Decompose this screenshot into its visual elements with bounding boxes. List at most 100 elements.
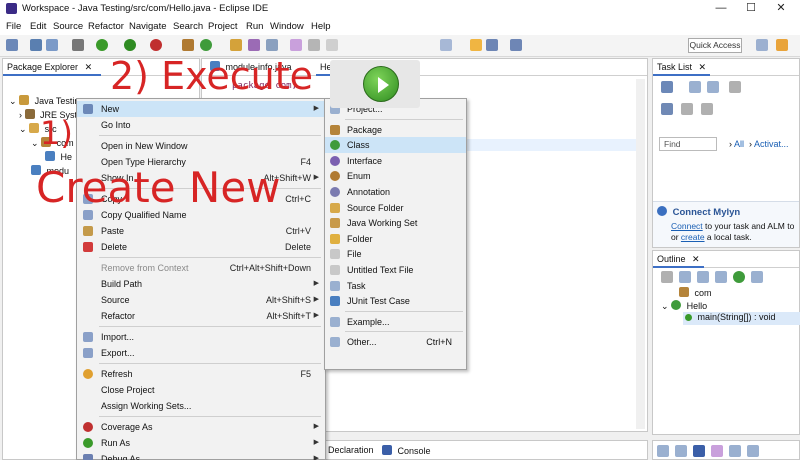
open-perspective-icon[interactable] xyxy=(756,39,768,51)
menu-item-go-into[interactable]: Go Into xyxy=(77,117,325,133)
new-task-icon[interactable] xyxy=(661,81,673,93)
minimized-view-icon[interactable] xyxy=(657,445,669,457)
menu-item-source[interactable]: Source Alt+Shift+S ▶ xyxy=(77,292,325,308)
hide-nonpublic-icon[interactable] xyxy=(733,271,745,283)
next-annotation-icon[interactable] xyxy=(440,39,452,51)
menu-file[interactable]: File xyxy=(6,21,21,32)
run-last-icon[interactable] xyxy=(124,39,136,51)
menu-item-delete[interactable]: Delete Delete xyxy=(77,239,325,255)
menu-item-run-as[interactable]: Run As ▶ xyxy=(77,435,325,451)
new-icon[interactable] xyxy=(6,39,18,51)
open-type-icon[interactable] xyxy=(230,39,242,51)
collapse-icon[interactable] xyxy=(729,81,741,93)
run-icon[interactable] xyxy=(96,39,108,51)
save-icon[interactable] xyxy=(30,39,42,51)
task-icon[interactable] xyxy=(290,39,302,51)
sort-icon[interactable] xyxy=(679,271,691,283)
coverage-icon[interactable] xyxy=(150,39,162,51)
menu-window[interactable]: Window xyxy=(270,21,304,32)
minimized-view-icon[interactable] xyxy=(729,445,741,457)
close-icon[interactable]: ✕ xyxy=(699,62,707,72)
last-edit-icon[interactable] xyxy=(470,39,482,51)
chevron-down-icon[interactable]: ⌄ xyxy=(31,138,39,148)
tab-task-list[interactable]: Task List ✕ xyxy=(653,59,711,76)
focus-icon[interactable] xyxy=(661,103,673,115)
forward-arrow-icon[interactable] xyxy=(510,39,522,51)
minimized-view-icon[interactable] xyxy=(675,445,687,457)
maximize-button[interactable]: ☐ xyxy=(736,0,766,18)
collapse-all-icon[interactable] xyxy=(661,271,673,283)
tree-item-hello[interactable]: He xyxy=(45,151,72,162)
submenu-item-interface[interactable]: Interface xyxy=(325,153,466,169)
submenu-item-enum[interactable]: Enum xyxy=(325,168,466,184)
menu-item-open-in-new-window[interactable]: Open in New Window xyxy=(77,138,325,154)
minimized-view-icon[interactable] xyxy=(747,445,759,457)
tab-console[interactable]: Console xyxy=(382,445,431,456)
scheduled-icon[interactable] xyxy=(707,81,719,93)
chevron-right-icon[interactable]: › xyxy=(19,110,22,120)
menu-item-close-project[interactable]: Close Project xyxy=(77,382,325,398)
menu-navigate[interactable]: Navigate xyxy=(129,21,167,32)
outline-item-main[interactable]: main(String[]) : void xyxy=(683,312,800,325)
new-package-icon[interactable] xyxy=(182,39,194,51)
categorized-icon[interactable] xyxy=(689,81,701,93)
menu-help[interactable]: Help xyxy=(311,21,331,32)
menu-item-export[interactable]: Export... xyxy=(77,345,325,361)
submenu-item-folder[interactable]: Folder xyxy=(325,231,466,247)
menu-item-refresh[interactable]: Refresh F5 xyxy=(77,366,325,382)
submenu-item-other[interactable]: Other... Ctrl+N xyxy=(325,334,466,350)
menu-edit[interactable]: Edit xyxy=(30,21,46,32)
submenu-item-source-folder[interactable]: Source Folder xyxy=(325,200,466,216)
connect-link[interactable]: Connect xyxy=(671,221,703,231)
menu-item-new[interactable]: New ▶ xyxy=(77,101,325,117)
submenu-item-example[interactable]: Example... xyxy=(325,314,466,330)
java-perspective-icon[interactable] xyxy=(776,39,788,51)
chevron-down-icon[interactable]: ⌄ xyxy=(9,96,17,106)
minimized-view-icon[interactable] xyxy=(711,445,723,457)
editor-scrollbar[interactable] xyxy=(636,79,645,429)
submenu-item-java-working-set[interactable]: Java Working Set xyxy=(325,215,466,231)
edit-icon[interactable] xyxy=(308,39,320,51)
close-icon[interactable]: ✕ xyxy=(85,62,93,72)
chevron-down-icon[interactable]: ⌄ xyxy=(661,301,669,311)
debug-config-icon[interactable] xyxy=(72,39,84,51)
hide-local-types-icon[interactable] xyxy=(751,271,763,283)
menu-item-coverage-as[interactable]: Coverage As ▶ xyxy=(77,419,325,435)
toggle-icon[interactable] xyxy=(326,39,338,51)
close-icon[interactable]: ✕ xyxy=(692,254,700,264)
submenu-item-annotation[interactable]: Annotation xyxy=(325,184,466,200)
tab-declaration[interactable]: Declaration xyxy=(328,445,374,455)
menu-item-paste[interactable]: Paste Ctrl+V xyxy=(77,223,325,239)
back-arrow-icon[interactable] xyxy=(486,39,498,51)
create-link[interactable]: create xyxy=(681,232,705,242)
new-class-icon[interactable] xyxy=(200,39,212,51)
menu-project[interactable]: Project xyxy=(208,21,238,32)
hide-static-icon[interactable] xyxy=(715,271,727,283)
activate-link[interactable]: › Activat... xyxy=(749,139,789,149)
quick-access-field[interactable]: Quick Access xyxy=(688,38,742,53)
menu-item-assign-working-sets[interactable]: Assign Working Sets... xyxy=(77,398,325,414)
submenu-item-package[interactable]: Package xyxy=(325,122,466,138)
task-find-input[interactable]: Find xyxy=(659,137,717,151)
filter-all-link[interactable]: › All xyxy=(729,139,744,149)
outline-item-com[interactable]: com xyxy=(679,287,712,298)
menu-item-import[interactable]: Import... xyxy=(77,329,325,345)
minimized-view-icon[interactable] xyxy=(693,445,705,457)
hide-fields-icon[interactable] xyxy=(697,271,709,283)
menu-refactor[interactable]: Refactor xyxy=(88,21,124,32)
submenu-item-untitled-text-file[interactable]: Untitled Text File xyxy=(325,262,466,278)
tab-outline[interactable]: Outline ✕ xyxy=(653,251,704,268)
minimize-button[interactable]: — xyxy=(706,0,736,18)
submenu-item-task[interactable]: Task xyxy=(325,278,466,294)
tab-package-explorer[interactable]: Package Explorer ✕ xyxy=(3,59,101,76)
menu-search[interactable]: Search xyxy=(173,21,203,32)
menu-item-refactor[interactable]: Refactor Alt+Shift+T ▶ xyxy=(77,308,325,324)
submenu-item-file[interactable]: File xyxy=(325,246,466,262)
save-all-icon[interactable] xyxy=(46,39,58,51)
close-button[interactable]: ✕ xyxy=(766,0,796,18)
menu-run[interactable]: Run xyxy=(246,21,263,32)
menu-source[interactable]: Source xyxy=(53,21,83,32)
filter-icon[interactable] xyxy=(701,103,713,115)
mark-icon[interactable] xyxy=(266,39,278,51)
menu-item-build-path[interactable]: Build Path ▶ xyxy=(77,276,325,292)
